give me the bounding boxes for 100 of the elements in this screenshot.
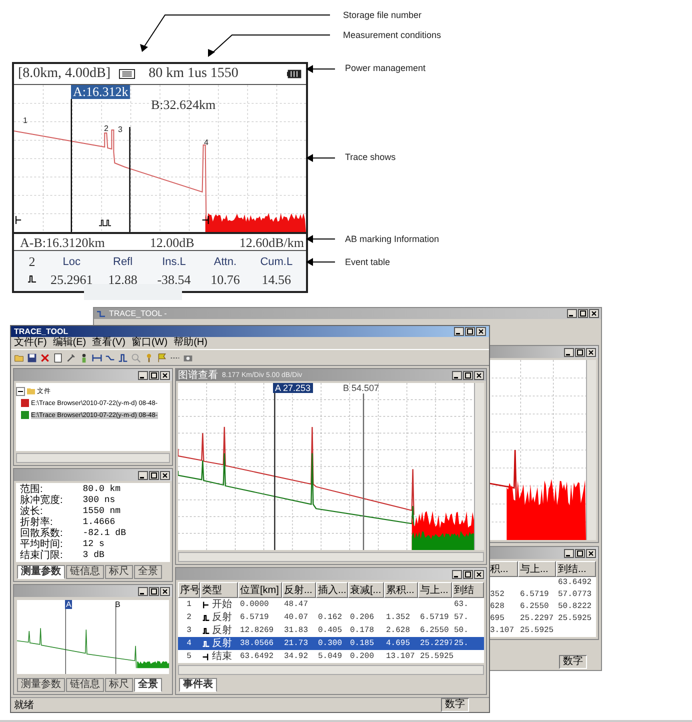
tab[interactable]: 测量参数 [17,565,65,579]
tab[interactable]: 标尺 [105,565,133,579]
minimize-button[interactable] [138,370,148,380]
status-text: 就绪 [14,698,34,712]
table-cell-text: 25.2297 [519,613,555,625]
column-header[interactable]: 累积... [384,582,418,598]
parameter-value: -82.1 dB [82,528,127,539]
minimize-button[interactable] [564,348,574,356]
leader-arrow [306,258,336,266]
column-header[interactable]: 序号 [178,582,200,598]
maximize-button[interactable] [149,586,159,596]
pulse-icon[interactable] [118,352,128,362]
tab[interactable]: 全景 [134,565,162,579]
parameter-label: 平均时间: [20,539,63,550]
tab[interactable]: 事件表 [179,678,217,692]
menu-item[interactable]: 文件(F) [14,337,47,349]
maximize-button[interactable] [575,348,585,356]
table-cell: 4 [178,637,200,650]
marker-b-label: B [115,600,120,609]
menu-item[interactable]: 帮助(H) [174,337,208,349]
table-cell-text: 6.5719 [419,612,450,624]
marker-a-label: A 27.253 [273,383,313,393]
event-number: 4 [204,138,208,147]
menu-item[interactable]: 窗口(W) [131,337,168,349]
close-button[interactable] [160,586,170,596]
table-cell-text: 0.206 [349,612,376,624]
close-button[interactable] [476,327,486,336]
table-cell-text: 50.8222 [557,601,593,613]
table-cell-text: 13.107 [385,651,416,663]
pulse-icon [27,274,37,284]
event-type: 开始 [212,598,232,611]
event-type: 反射 [212,637,232,650]
column-header[interactable]: 反射... [282,582,316,598]
column-header[interactable]: 到结 [452,582,484,598]
annotation-label: Power management [345,63,426,73]
document-icon[interactable] [53,352,63,362]
event-type: 反射 [212,624,232,637]
tab[interactable]: 标尺 [105,678,133,692]
column-header[interactable]: 位置[km] [238,582,282,598]
table-cell: 0.300 [316,637,348,650]
table-cell-text: 3 [186,625,192,637]
marker-a-label: A [65,600,72,609]
horizontal-scrollbar[interactable] [16,453,170,463]
maximize-button[interactable] [463,370,473,380]
table-cell-text: 1 [186,599,192,611]
collapse-toggle[interactable] [16,386,25,396]
minimize-button[interactable] [567,309,577,318]
column-header[interactable]: 类型 [200,582,238,598]
parameter-value: 3 dB [82,550,106,561]
horizontal-scrollbar[interactable] [178,552,484,562]
parameter-label: 回散系数: [20,528,63,539]
maximize-button[interactable] [575,548,585,558]
flag-icon[interactable] [157,352,167,362]
wrench-icon[interactable] [66,352,76,362]
table-cell-text: 0.162 [317,612,344,624]
minimize-button[interactable] [138,470,148,480]
minimize-button[interactable] [452,370,462,380]
tab[interactable]: 链信息 [66,565,104,579]
close-button[interactable] [160,470,170,480]
minimize-button[interactable] [138,586,148,596]
table-cell-text: 25.5925 [419,651,452,663]
minimize-button[interactable] [454,327,464,336]
event-number: 3 [118,125,122,134]
table-cell-text: 14.56 [260,272,292,288]
tab[interactable]: 全景 [134,678,162,692]
span-icon[interactable] [92,352,102,362]
tab[interactable]: 测量参数 [17,678,65,692]
minimize-button[interactable] [452,570,462,578]
end-marker-icon [202,216,209,224]
column-header[interactable]: 与上... [418,582,452,598]
vertical-scrollbar[interactable] [586,360,596,540]
marker-b-label: B:32.624km [151,98,216,112]
maximize-button[interactable] [465,327,475,336]
ab-distance: A-B:16.3120km [20,235,105,250]
table-cell-text: 63.6492 [557,577,593,589]
close-button[interactable] [160,370,170,380]
close-icon[interactable] [40,352,50,362]
maximize-button[interactable] [149,370,159,380]
close-button[interactable] [589,309,599,318]
maximize-button[interactable] [463,570,473,578]
close-button[interactable] [586,348,596,356]
column-header[interactable]: 插入... [316,582,348,598]
horizontal-scrollbar[interactable] [178,665,484,675]
maximize-button[interactable] [578,309,588,318]
close-button[interactable] [586,548,596,558]
menu-item[interactable]: 编辑(E) [52,337,86,349]
maximize-button[interactable] [149,470,159,480]
column-header[interactable]: 衰减[... [348,582,384,598]
close-button[interactable] [474,370,484,380]
table-cell-text: 0.178 [349,625,376,637]
save-icon[interactable] [27,352,37,362]
annotation-label: Trace shows [345,152,396,162]
minimize-button[interactable] [564,548,574,558]
camera-icon[interactable] [183,352,193,362]
event-number: 2 [104,124,108,133]
tab[interactable]: 链信息 [66,678,104,692]
close-button[interactable] [474,570,484,578]
vertical-scrollbar[interactable] [474,383,484,550]
table-cell-text: 25.5925 [557,613,593,625]
menu-item[interactable]: 查看(V) [92,337,126,349]
